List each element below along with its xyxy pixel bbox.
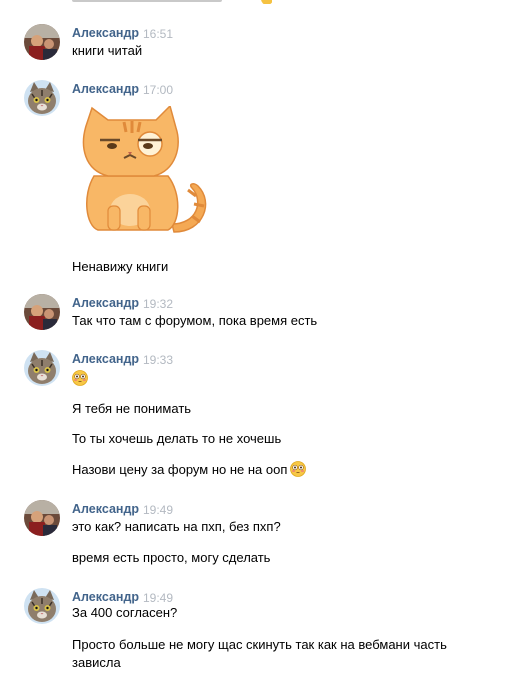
avatar-photo-icon[interactable]	[24, 500, 60, 536]
message-time[interactable]: 19:32	[143, 297, 173, 311]
message-author[interactable]: Александр	[72, 26, 139, 40]
message-text: За 400 согласен?	[72, 605, 178, 620]
flushed-emoji-icon	[290, 461, 307, 482]
message-time[interactable]: 16:51	[143, 27, 173, 41]
previous-message-fragment	[72, 0, 272, 4]
flushed-emoji-icon	[72, 370, 88, 389]
message-time[interactable]: 19:49	[143, 591, 173, 605]
message-text: Ненавижу книги	[72, 259, 169, 274]
avatar-photo-icon[interactable]	[24, 24, 60, 60]
message-text: Назови цену за форум но не на ооп	[72, 462, 288, 477]
message-text: Так что там с форумом, пока время есть	[72, 313, 318, 328]
message-time[interactable]: 19:33	[143, 353, 173, 367]
message-author[interactable]: Александр	[72, 502, 139, 516]
message-text: это как? написать на пхп, без пхп?	[72, 519, 281, 534]
message-text-with-emoji: Назови цену за форум но не на ооп	[72, 461, 502, 482]
message-text: То ты хочешь делать то не хочешь	[72, 431, 282, 446]
message-text: зависла	[72, 655, 121, 670]
chat-history: Александр 16:51 книги читай Александр 17…	[0, 0, 520, 685]
message-time[interactable]: 17:00	[143, 83, 173, 97]
message-author[interactable]: Александр	[72, 296, 139, 310]
avatar-cat-icon[interactable]	[24, 588, 60, 624]
clipped-text-icon	[72, 0, 272, 4]
message-group: Александр 19:49 За 400 согласен? Просто …	[0, 588, 520, 678]
avatar-photo-icon[interactable]	[24, 294, 60, 330]
message-group: Александр 19:49 это как? написать на пхп…	[0, 500, 520, 570]
message-author[interactable]: Александр	[72, 82, 139, 96]
message-group: Александр 16:51 книги читай	[0, 24, 520, 64]
sticker-grumpy-cat[interactable]	[72, 104, 212, 239]
message-text: Я тебя не понимать	[72, 401, 192, 416]
message-text: время есть просто, могу сделать	[72, 550, 271, 565]
message-time[interactable]: 19:49	[143, 503, 173, 517]
message-author[interactable]: Александр	[72, 352, 139, 366]
message-author[interactable]: Александр	[72, 590, 139, 604]
message-group: Александр 19:32 Так что там с форумом, п…	[0, 294, 520, 334]
avatar-cat-icon[interactable]	[24, 80, 60, 116]
message-text: Просто больше не могу щас скинуть так ка…	[72, 637, 447, 652]
message-group: Александр 17:00 Ненавижу книги	[0, 80, 520, 280]
message-text: книги читай	[72, 43, 143, 58]
avatar-cat-icon[interactable]	[24, 350, 60, 386]
message-group: Александр 19:33 Я тебя не понимать То ты…	[0, 350, 520, 490]
